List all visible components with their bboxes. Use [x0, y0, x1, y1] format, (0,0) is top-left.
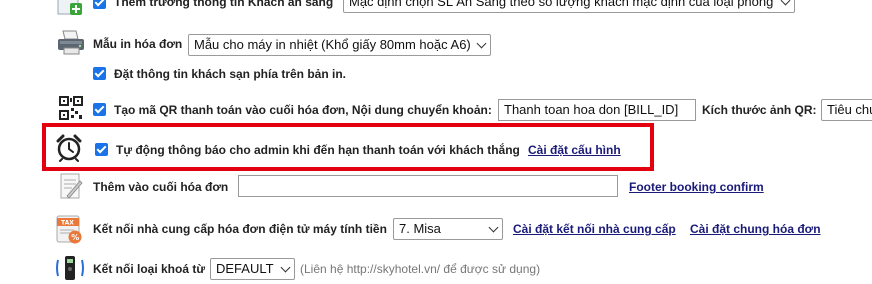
printer-icon: [56, 29, 86, 57]
qr-payment-checkbox[interactable]: [93, 103, 106, 116]
footer-text-label: Thêm vào cuối hóa đơn: [93, 180, 229, 194]
footer-text-input[interactable]: [238, 175, 618, 197]
svg-text:TAX: TAX: [61, 220, 74, 227]
breakfast-field-label: Thêm trường thông tin Khách ăn sáng: [114, 0, 334, 9]
hotel-info-top-checkbox[interactable]: [93, 67, 106, 80]
einvoice-provider-select[interactable]: 7. Misa: [393, 218, 503, 240]
plus-document-icon: [56, 0, 86, 18]
qr-code-icon: [59, 96, 83, 120]
invoice-general-settings-link[interactable]: Cài đặt chung hóa đơn: [690, 222, 821, 236]
print-template-select-value: Mẫu cho máy in nhiệt (Khổ giấy 80mm hoặc…: [194, 37, 471, 52]
provider-connection-settings-link[interactable]: Cài đặt kết nối nhà cung cấp: [513, 222, 676, 236]
breakfast-field-checkbox[interactable]: [93, 0, 106, 9]
chevron-down-icon: [488, 222, 499, 233]
chevron-down-icon: [280, 262, 291, 273]
print-template-select[interactable]: Mẫu cho máy in nhiệt (Khổ giấy 80mm hoặc…: [188, 34, 491, 56]
transfer-content-input[interactable]: Thanh toan hoa don [BILL_ID]: [498, 99, 696, 121]
svg-text:%: %: [71, 233, 79, 242]
alarm-clock-icon: [55, 134, 83, 162]
print-template-label: Mẫu in hóa đơn: [93, 37, 183, 51]
chevron-down-icon: [476, 38, 487, 49]
config-settings-link[interactable]: Cài đặt cấu hình: [528, 143, 621, 157]
door-lock-icon: [55, 255, 85, 281]
qr-payment-label: Tạo mã QR thanh toán vào cuối hóa đơn, N…: [114, 103, 492, 117]
einvoice-provider-label: Kết nối nhà cung cấp hóa đơn điện tử máy…: [93, 222, 387, 236]
breakfast-default-select-value: Mặc định chọn SL Ăn Sáng theo số lượng k…: [349, 0, 774, 9]
keycard-type-label: Kết nối loại khoá từ: [93, 262, 206, 276]
auto-notify-checkbox[interactable]: [95, 143, 108, 156]
breakfast-default-select[interactable]: Mặc định chọn SL Ăn Sáng theo số lượng k…: [343, 0, 795, 13]
qr-size-select-value: Tiêu chu: [827, 102, 872, 117]
keycard-contact-hint: (Liên hệ http://skyhotel.vn/ để được sử …: [300, 262, 541, 276]
tax-document-icon: TAX %: [54, 215, 84, 245]
chevron-down-icon: [780, 0, 791, 6]
keycard-type-select-value: DEFAULT: [216, 261, 274, 276]
note-pen-icon: [58, 172, 84, 202]
qr-size-label: Kích thước ảnh QR:: [702, 103, 817, 117]
auto-notify-label: Tự động thông báo cho admin khi đến hạn …: [116, 143, 520, 157]
einvoice-provider-select-value: 7. Misa: [399, 221, 441, 236]
footer-booking-confirm-link[interactable]: Footer booking confirm: [629, 180, 764, 194]
qr-size-select[interactable]: Tiêu chu: [821, 99, 872, 121]
hotel-info-top-label: Đặt thông tin khách sạn phía trên bản in…: [114, 67, 347, 81]
